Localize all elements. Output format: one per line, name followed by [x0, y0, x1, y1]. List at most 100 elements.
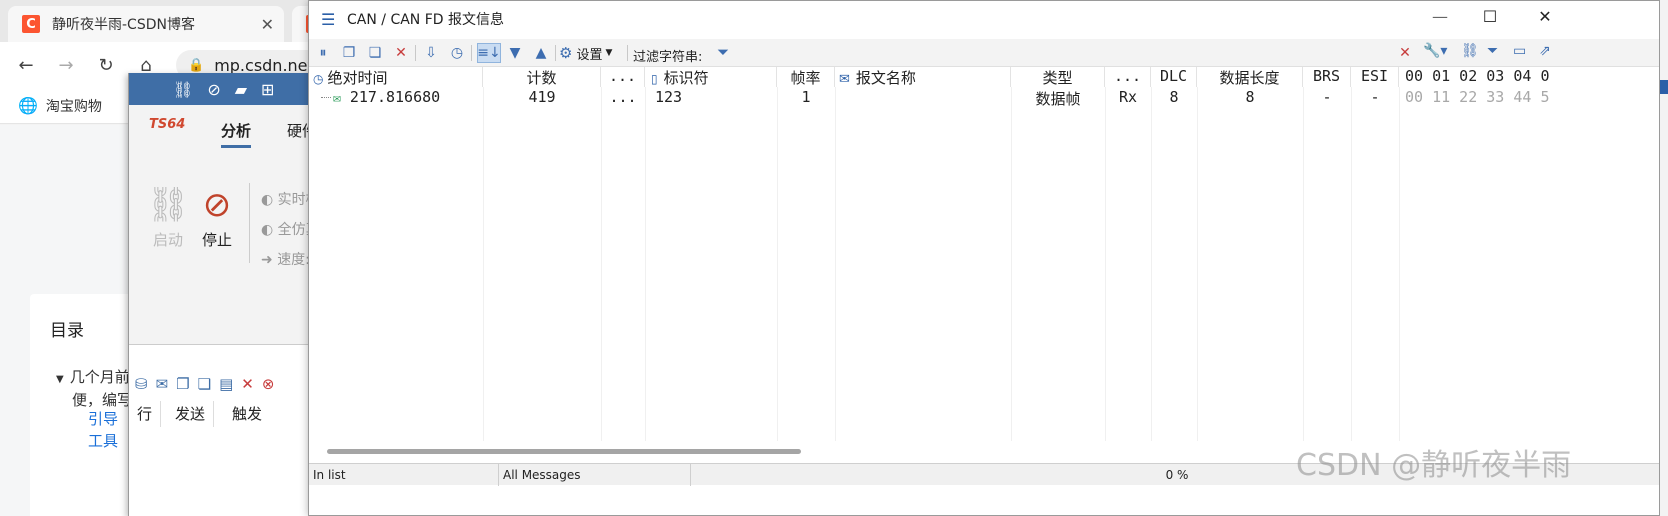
message-icon[interactable]: ▰	[235, 80, 247, 99]
col-header-send[interactable]: 发送	[161, 401, 215, 427]
cell-count: 419	[528, 88, 556, 106]
settings-label: 设置	[576, 47, 603, 63]
accent-block	[1660, 80, 1668, 94]
tab-analysis[interactable]: 分析	[221, 120, 252, 148]
copy-icon[interactable]: ❐	[176, 375, 189, 393]
clear-filter-icon[interactable]: ✕	[1395, 43, 1415, 63]
settings-dropdown[interactable]: ⚙ 设置 ▼	[559, 43, 612, 63]
export-icon[interactable]: ⇗	[1539, 43, 1551, 59]
col-header-row[interactable]: 行	[129, 401, 162, 427]
globe-icon: 🌐	[18, 96, 38, 115]
triangle-down-icon[interactable]: ▼	[505, 43, 525, 63]
forward-arrow-icon[interactable]: →	[46, 55, 86, 76]
close-window-button[interactable]: ✕	[1532, 7, 1558, 29]
status-in-list: In list	[309, 464, 499, 486]
delete-icon[interactable]: ✕	[241, 375, 254, 393]
col-header-dlc[interactable]: DLC	[1151, 67, 1197, 87]
start-button[interactable]: ⛓ 启动	[146, 185, 190, 250]
col-header-msg-name[interactable]: ✉ 报文名称	[835, 67, 1011, 87]
grid-col-line	[1303, 87, 1304, 441]
clock-icon: ◷	[313, 72, 324, 86]
browser-tab-title: 静听夜半雨-CSDN博客	[52, 17, 195, 33]
col-header-type[interactable]: 类型	[1011, 67, 1105, 87]
col-header-trigger[interactable]: 触发	[214, 401, 270, 427]
close-tab-icon[interactable]: ✕	[261, 15, 274, 34]
toc-link[interactable]: 工具	[88, 430, 118, 451]
filter-label: 过滤字符串:	[633, 50, 703, 65]
copy-c-icon[interactable]: ❏	[365, 43, 385, 63]
send-panel-toolbar: ⛁ ✉ ❐ ❏ ▤ ✕ ⊗	[129, 371, 329, 397]
cell-data-bytes: 00 11 22 33 44 5	[1405, 88, 1550, 106]
copy-c-icon[interactable]: ❏	[198, 375, 211, 393]
chevron-down-icon: ▼	[605, 48, 613, 58]
toc-item[interactable]: ▼ 几个月前	[56, 366, 130, 387]
message-add-icon[interactable]: ✉	[156, 375, 169, 393]
col-header-more[interactable]: ...	[1105, 67, 1151, 87]
unlink-icon: ⊘	[202, 185, 232, 225]
copy-icon[interactable]: ❐	[339, 43, 359, 63]
delete-icon[interactable]: ✕	[391, 43, 411, 63]
scroll-down-icon[interactable]: ⇩	[421, 43, 441, 63]
grid-col-line	[835, 87, 836, 441]
paste-icon[interactable]: ▤	[219, 375, 233, 393]
reload-icon[interactable]: ↻	[86, 55, 126, 76]
grid-col-line	[1105, 87, 1106, 441]
speed-option[interactable]: ➜ 速度:	[261, 249, 310, 269]
add-panel-icon[interactable]: ⊞	[261, 80, 274, 99]
filter-icon[interactable]: ⏷	[1487, 43, 1498, 59]
grid-col-line	[1151, 87, 1152, 441]
start-label: 启动	[152, 231, 183, 249]
browser-tab-csdn[interactable]: C 静听夜半雨-CSDN博客 ✕	[8, 6, 284, 42]
link-icon[interactable]: ⛓	[1461, 43, 1479, 59]
toc-link[interactable]: 引导	[88, 408, 118, 429]
database-add-icon[interactable]: ⛁	[135, 375, 148, 393]
envelope-icon: ✉	[839, 72, 850, 87]
message-grid-header: ◷ 绝对时间 计数 ... ▯ 标识符 帧率 ✉ 报文名称 类型 ... DLC 数据…	[309, 67, 1659, 87]
grid-col-line	[777, 87, 778, 441]
grid-col-line	[1399, 87, 1400, 441]
col-header-data-length[interactable]: 数据长度	[1197, 67, 1303, 87]
stop-button[interactable]: ⊘ 停止	[195, 185, 239, 250]
col-header-brs[interactable]: BRS	[1303, 67, 1351, 87]
toc-title: 目录	[50, 321, 84, 341]
send-panel-columns: 行 发送 触发	[129, 401, 329, 427]
col-header-frame-rate[interactable]: 帧率	[777, 67, 835, 87]
cell-abs-time: ✉ 217.816680	[321, 88, 440, 106]
window-title: CAN / CAN FD 报文信息	[347, 12, 505, 28]
col-header-count[interactable]: 计数	[483, 67, 601, 87]
analysis-app-window: ⛓ ⊘ ▰ ⊞ TS64 分析 硬件 ⛓ 启动 ⊘ 停止 ◐ 实时模 ◐ 全仿真…	[128, 73, 329, 516]
cell-brs: -	[1322, 88, 1332, 106]
toc-item-continued: 便，编写	[72, 391, 133, 409]
gear-icon: ⚙	[559, 44, 573, 62]
unlink-icon[interactable]: ⊘	[207, 80, 220, 99]
grid-col-line	[1351, 87, 1352, 441]
url-text: mp.csdn.net	[214, 55, 314, 75]
bookmark-taobao[interactable]: 淘宝购物	[46, 96, 102, 116]
list-menu-icon[interactable]: ☰	[321, 10, 337, 29]
stop-label: 停止	[201, 231, 232, 249]
triangle-up-icon[interactable]: ▲	[531, 43, 551, 63]
wrench-icon[interactable]: 🔧▾	[1423, 43, 1447, 59]
toolbar-separator	[471, 45, 472, 61]
cell-data-length: 8	[1245, 88, 1255, 106]
window-close-panel-icon[interactable]: ▭	[1513, 43, 1526, 59]
clear-all-icon[interactable]: ⊗	[262, 375, 275, 393]
minimize-button[interactable]: —	[1427, 7, 1453, 29]
col-header-esi[interactable]: ESI	[1351, 67, 1399, 87]
link-icon[interactable]: ⛓	[173, 80, 193, 99]
clock-icon[interactable]: ◷	[447, 43, 467, 63]
table-row[interactable]: ✉ 217.816680 419 ... 123 1 数据帧 Rx 8 8 - …	[309, 87, 1659, 109]
analysis-app-titlebar: ⛓ ⊘ ▰ ⊞	[129, 73, 329, 105]
col-header-more[interactable]: ...	[601, 67, 645, 87]
col-header-identifier[interactable]: ▯ 标识符	[645, 67, 777, 87]
horizontal-scrollbar-thumb[interactable]	[327, 449, 801, 454]
sort-icon[interactable]: ≡↓	[477, 43, 501, 63]
back-arrow-icon[interactable]: ←	[6, 55, 46, 76]
status-all-messages: All Messages	[499, 464, 691, 486]
col-header-abs-time[interactable]: ◷ 绝对时间	[313, 67, 483, 87]
maximize-button[interactable]: ☐	[1477, 7, 1503, 29]
envelope-icon: ✉	[333, 91, 341, 106]
pause-icon[interactable]: ⏸	[313, 43, 333, 63]
col-header-data-bytes[interactable]: 00 01 02 03 04 0	[1405, 67, 1659, 87]
filter-funnel-icon[interactable]: ⏷	[717, 43, 729, 61]
